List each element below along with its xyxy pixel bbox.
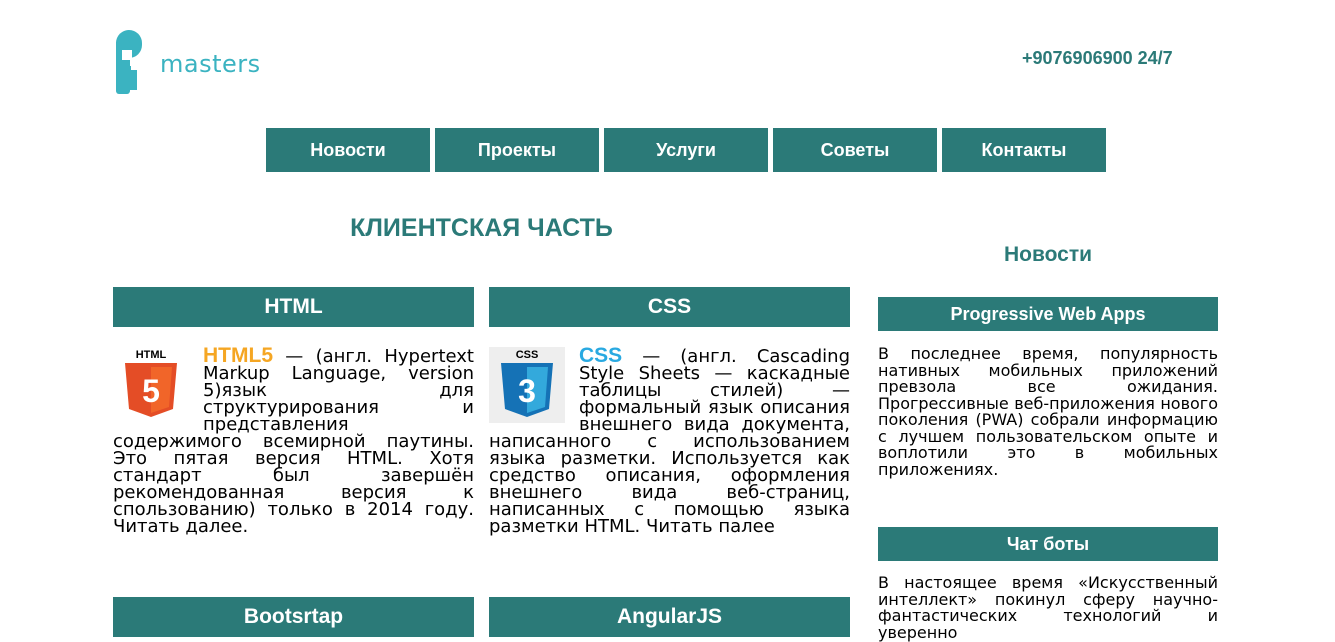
nav-item-news[interactable]: Новости bbox=[266, 128, 430, 172]
card-header-bootstrap: Bootsrtap bbox=[113, 597, 474, 637]
card-body-html: HTML 5 HTML5 — (англ. Hypertext Markup L… bbox=[113, 345, 474, 536]
svg-text:3: 3 bbox=[518, 373, 536, 409]
nav-item-projects[interactable]: Проекты bbox=[435, 128, 599, 172]
section-title: КЛИЕНТСКАЯ ЧАСТЬ bbox=[350, 214, 613, 242]
main-nav: Новости Проекты Услуги Советы Контакты bbox=[266, 128, 1106, 172]
svg-text:CSS: CSS bbox=[516, 349, 539, 361]
news-item-text-pwa: В последнее время, популярность нативных… bbox=[878, 344, 1218, 479]
css3-icon: CSS 3 bbox=[489, 347, 565, 423]
card-header-html: HTML bbox=[113, 287, 474, 327]
nav-item-services[interactable]: Услуги bbox=[604, 128, 768, 172]
nav-item-contacts[interactable]: Контакты bbox=[942, 128, 1106, 172]
svg-text:HTML: HTML bbox=[136, 349, 167, 361]
news-item-text-chatbots: В настоящее время «Искусственный интелле… bbox=[878, 573, 1218, 642]
news-item-title-chatbots[interactable]: Чат боты bbox=[878, 527, 1218, 561]
logo-text: masters bbox=[160, 50, 261, 78]
news-item-title-pwa[interactable]: Progressive Web Apps bbox=[878, 297, 1218, 331]
card-header-css: CSS bbox=[489, 287, 850, 327]
html5-icon: HTML 5 bbox=[113, 347, 189, 423]
nav-item-tips[interactable]: Советы bbox=[773, 128, 937, 172]
card-header-angularjs: AngularJS bbox=[489, 597, 850, 637]
news-sidebar-title: Новости bbox=[1003, 243, 1093, 266]
card-body-css: CSS 3 CSS — (англ. Cascading Style Sheet… bbox=[489, 345, 850, 536]
phone-number[interactable]: +9076906900 24/7 bbox=[1022, 48, 1173, 69]
svg-text:5: 5 bbox=[142, 373, 160, 409]
